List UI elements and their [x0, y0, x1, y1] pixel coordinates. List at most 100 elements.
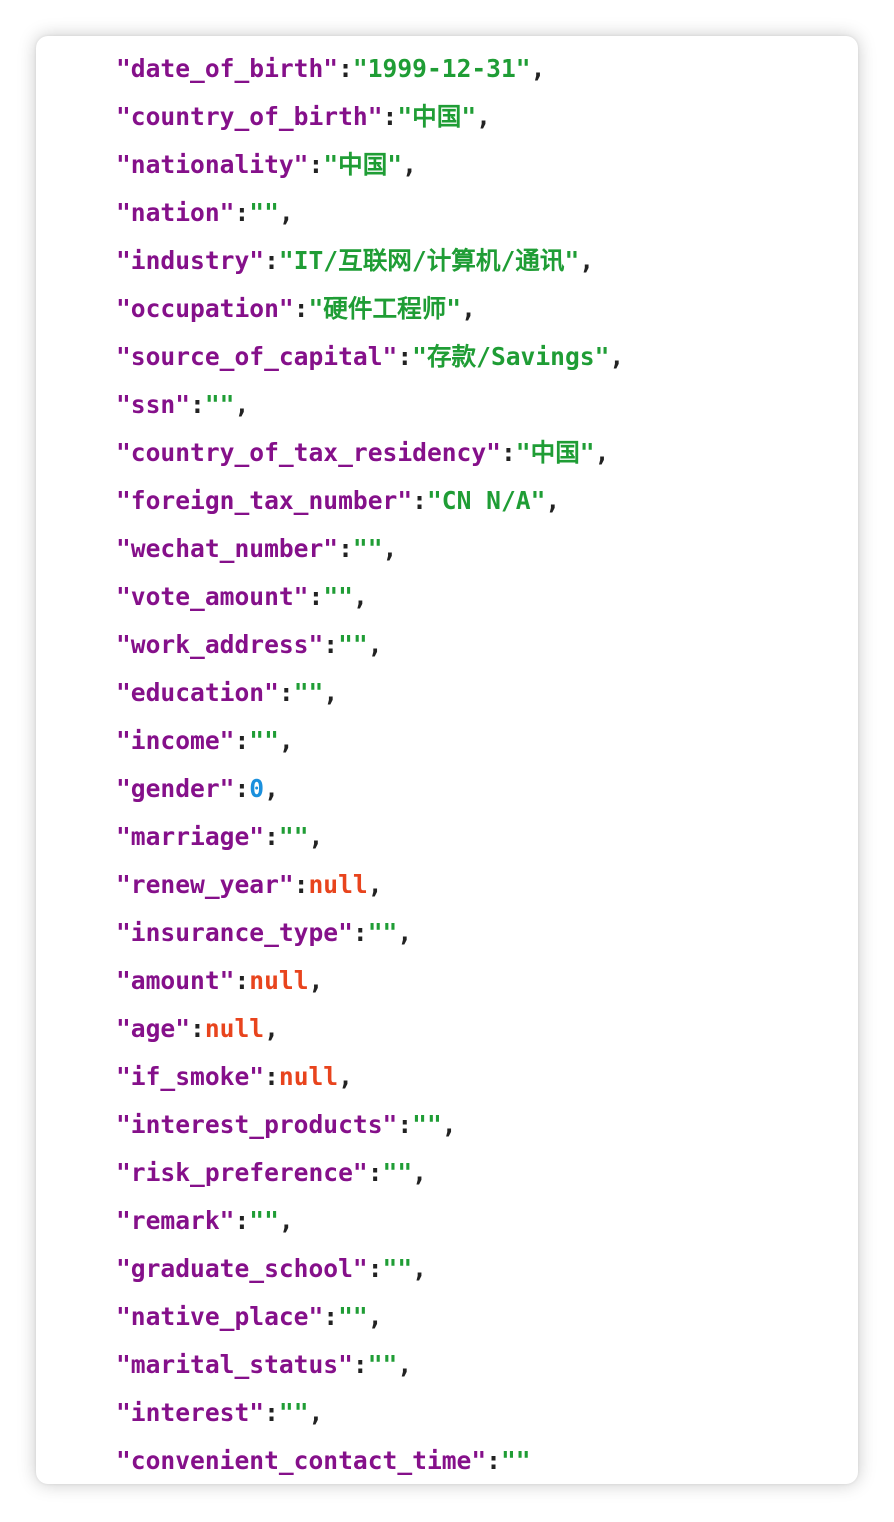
json-colon: :: [234, 1206, 250, 1235]
json-separator: ,: [234, 390, 250, 419]
json-value: "": [249, 1206, 279, 1235]
json-colon: :: [234, 966, 250, 995]
json-line: "interest_products":"",: [116, 1101, 624, 1149]
json-separator: ,: [382, 534, 398, 563]
json-separator: ,: [545, 486, 561, 515]
json-key: "remark": [116, 1206, 235, 1235]
json-separator: ,: [412, 1254, 427, 1283]
json-line: "education":"",: [116, 669, 624, 717]
json-value: "CN N/A": [426, 486, 546, 515]
json-value: 0: [249, 774, 265, 803]
json-separator: ,: [594, 438, 610, 467]
json-key: "country_of_birth": [116, 102, 383, 131]
json-line: "renew_year":null,: [116, 861, 624, 909]
json-value: "": [338, 630, 368, 659]
json-separator: ,: [308, 966, 324, 995]
json-separator: ,: [441, 1110, 457, 1139]
json-colon: :: [323, 630, 339, 659]
json-colon: :: [500, 438, 516, 467]
json-value: "硬件工程师": [308, 294, 462, 323]
json-value: "": [412, 1110, 442, 1139]
json-value: null: [249, 966, 309, 995]
json-separator: ,: [264, 1014, 279, 1043]
json-line: "date_of_birth":"1999-12-31",: [116, 45, 624, 93]
json-separator: ,: [530, 54, 546, 83]
json-separator: ,: [402, 150, 417, 179]
json-separator: ,: [476, 102, 491, 131]
json-colon: :: [234, 726, 250, 755]
json-key: "occupation": [116, 294, 294, 323]
json-key: "risk_preference": [116, 1158, 368, 1187]
json-separator: ,: [461, 294, 476, 323]
json-key: "source_of_capital": [116, 342, 398, 371]
json-separator: ,: [367, 630, 383, 659]
json-colon: :: [397, 342, 413, 371]
json-separator: ,: [323, 678, 339, 707]
json-key: "marriage": [116, 822, 265, 851]
json-line: "convenient_contact_time":"": [116, 1437, 624, 1484]
json-line: "work_address":"",: [116, 621, 624, 669]
json-colon: :: [382, 102, 398, 131]
json-line: "remark":"",: [116, 1197, 624, 1245]
json-value: null: [308, 870, 368, 899]
json-line: "interest":"",: [116, 1389, 624, 1437]
json-separator: ,: [308, 822, 324, 851]
json-colon: :: [190, 390, 205, 419]
json-colon: :: [293, 294, 309, 323]
json-key: "gender": [116, 774, 235, 803]
json-value: "中国": [515, 438, 595, 467]
json-line: "native_place":"",: [116, 1293, 624, 1341]
json-key: "convenient_contact_time": [116, 1446, 487, 1475]
json-colon: :: [367, 1158, 383, 1187]
json-value: "中国": [323, 150, 403, 179]
json-colon: :: [234, 198, 250, 227]
json-colon: :: [486, 1446, 501, 1475]
json-colon: :: [278, 678, 294, 707]
json-value: "": [323, 582, 353, 611]
json-key: "marital_status": [116, 1350, 353, 1379]
json-viewer-panel: "date_of_birth":"1999-12-31", "country_of…: [36, 36, 858, 1484]
json-value: "": [500, 1446, 531, 1475]
json-value: "存款/Savings": [412, 342, 610, 371]
json-key: "vote_amount": [116, 582, 309, 611]
json-separator: ,: [308, 1398, 324, 1427]
json-line: "age":null,: [116, 1005, 624, 1053]
json-value: "": [204, 390, 235, 419]
json-key: "date_of_birth": [116, 54, 339, 83]
json-separator: ,: [338, 1062, 353, 1091]
json-key: "income": [116, 726, 235, 755]
json-line: "country_of_tax_residency":"中国",: [116, 429, 624, 477]
json-colon: :: [412, 486, 427, 515]
json-colon: :: [308, 582, 324, 611]
json-key: "graduate_school": [116, 1254, 368, 1283]
json-value: "": [382, 1158, 413, 1187]
json-colon: :: [264, 822, 279, 851]
json-value: "": [293, 678, 324, 707]
json-code-block: "date_of_birth":"1999-12-31", "country_of…: [116, 45, 624, 1484]
json-value: "": [382, 1254, 413, 1283]
json-colon: :: [338, 54, 353, 83]
json-colon: :: [352, 918, 368, 947]
json-key: "ssn": [116, 390, 191, 419]
json-separator: ,: [579, 246, 595, 275]
json-separator: ,: [367, 1302, 383, 1331]
json-line: "occupation":"硬件工程师",: [116, 285, 624, 333]
json-line: "foreign_tax_number":"CN N/A",: [116, 477, 624, 525]
json-value: "": [338, 1302, 368, 1331]
json-colon: :: [397, 1110, 413, 1139]
json-value: "": [249, 198, 279, 227]
json-key: "native_place": [116, 1302, 324, 1331]
json-line: "wechat_number":"",: [116, 525, 624, 573]
json-separator: ,: [264, 774, 279, 803]
json-key: "education": [116, 678, 279, 707]
json-value: "": [367, 1350, 398, 1379]
json-key: "country_of_tax_residency": [116, 438, 501, 467]
json-line: "marriage":"",: [116, 813, 624, 861]
json-colon: :: [293, 870, 309, 899]
json-key: "nation": [116, 198, 235, 227]
json-key: "insurance_type": [116, 918, 353, 947]
json-separator: ,: [397, 918, 413, 947]
json-value: "IT/互联网/计算机/通讯": [278, 246, 580, 275]
json-key: "wechat_number": [116, 534, 339, 563]
json-separator: ,: [397, 1350, 413, 1379]
